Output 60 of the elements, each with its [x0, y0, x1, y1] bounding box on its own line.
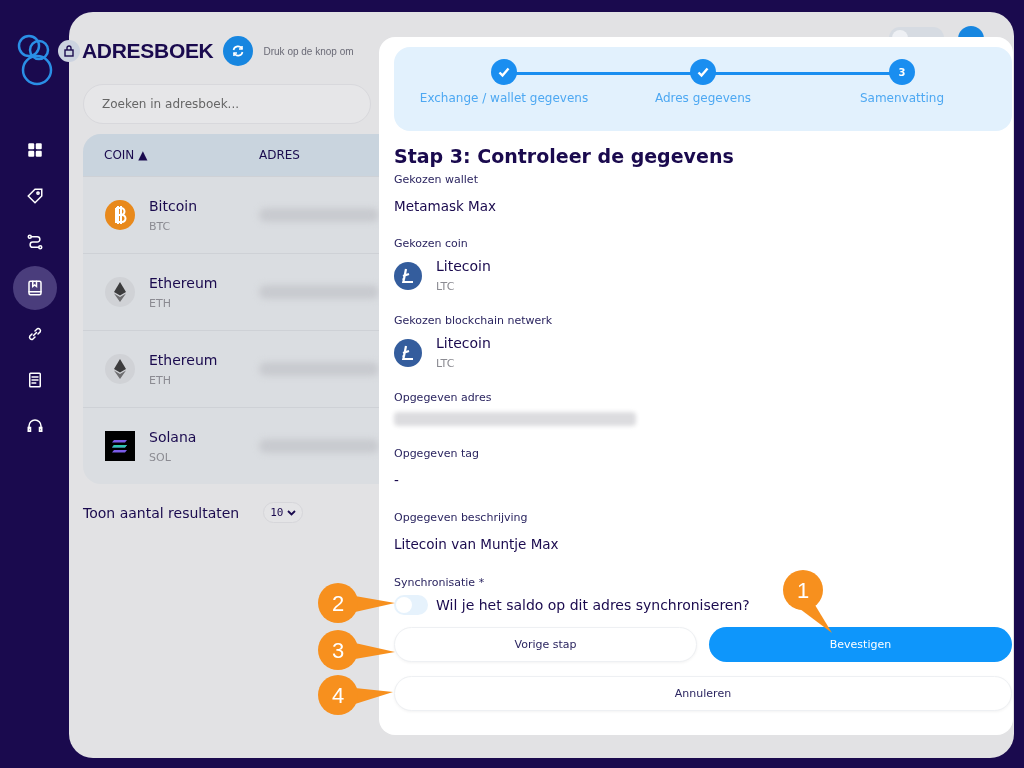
step-label: Exchange / wallet gegevens: [419, 91, 589, 105]
field-label: Opgegeven tag: [394, 447, 480, 460]
ethereum-icon: [105, 354, 135, 384]
solana-icon: [105, 431, 135, 461]
step-label: Samenvatting: [859, 91, 945, 105]
litecoin-icon: [394, 261, 422, 290]
coin-name: Litecoin: [436, 335, 491, 351]
results-label: Toon aantal resultaten: [83, 504, 240, 521]
check-icon: [696, 65, 710, 79]
field-label: Opgegeven adres: [394, 391, 493, 404]
callout-number: 1: [796, 578, 810, 603]
coin-ticker: SOL: [149, 450, 172, 464]
search-field[interactable]: Zoeken in adresboek...: [83, 84, 371, 124]
column-header[interactable]: COIN ▲: [104, 148, 259, 162]
page-title: ADRESBOEK: [82, 39, 214, 63]
step-label: Adres gegevens: [654, 91, 752, 105]
coin-ticker: ETH: [149, 373, 172, 387]
check-icon: [497, 65, 511, 79]
back-button[interactable]: Vorige stap: [394, 627, 697, 662]
headset-icon: [25, 417, 44, 435]
coin-ticker: LTC: [436, 280, 456, 293]
field-value: Litecoin van Muntje Max: [394, 536, 560, 554]
coin-name: Ethereum: [149, 274, 219, 291]
callout-number: 2: [331, 591, 345, 616]
coin-ticker: LTC: [436, 357, 456, 370]
callout-number: 4: [331, 683, 345, 708]
refresh-button[interactable]: [223, 36, 254, 66]
grid-icon: [25, 141, 44, 159]
lock-icon: [64, 45, 74, 57]
tag-icon: [25, 187, 44, 205]
refresh-icon: [231, 44, 246, 58]
field-label: Opgegeven beschrijving: [394, 511, 529, 524]
ethereum-icon: [105, 277, 135, 307]
modal-title: Stap 3: Controleer de gegevens: [394, 145, 735, 167]
coin-ticker: ETH: [149, 296, 172, 310]
callout-number: 3: [331, 638, 345, 663]
field-label: Gekozen blockchain netwerk: [394, 314, 554, 327]
coin-name: Solana: [149, 428, 198, 445]
cancel-button[interactable]: Annuleren: [394, 676, 1012, 711]
litecoin-icon: [394, 338, 422, 367]
callout-marker: [783, 570, 832, 633]
route-icon: [25, 233, 44, 251]
coin-name: Ethereum: [149, 351, 219, 368]
field-label: Gekozen wallet: [394, 173, 479, 186]
hint-text: Druk op de knop om: [263, 45, 354, 57]
coin-ticker: BTC: [149, 219, 172, 233]
results-select[interactable]: 10: [263, 502, 304, 523]
sync-question: Wil je het saldo op dit adres synchroniseren?: [436, 597, 750, 613]
book-icon: [25, 279, 44, 297]
chevron-icon: [287, 509, 297, 516]
field-label: Synchronisatie *: [394, 576, 486, 589]
field-label: Gekozen coin: [394, 237, 469, 250]
step-indicator: 3: [889, 59, 915, 85]
coin-name: Bitcoin: [149, 197, 198, 214]
field-value: Metamask Max: [394, 198, 497, 216]
sync-toggle[interactable]: [394, 595, 428, 615]
field-value: -: [394, 472, 400, 490]
sidebar-item[interactable]: [12, 266, 57, 310]
bitcoin-icon: [105, 200, 135, 230]
coin-name: Litecoin: [436, 258, 491, 274]
